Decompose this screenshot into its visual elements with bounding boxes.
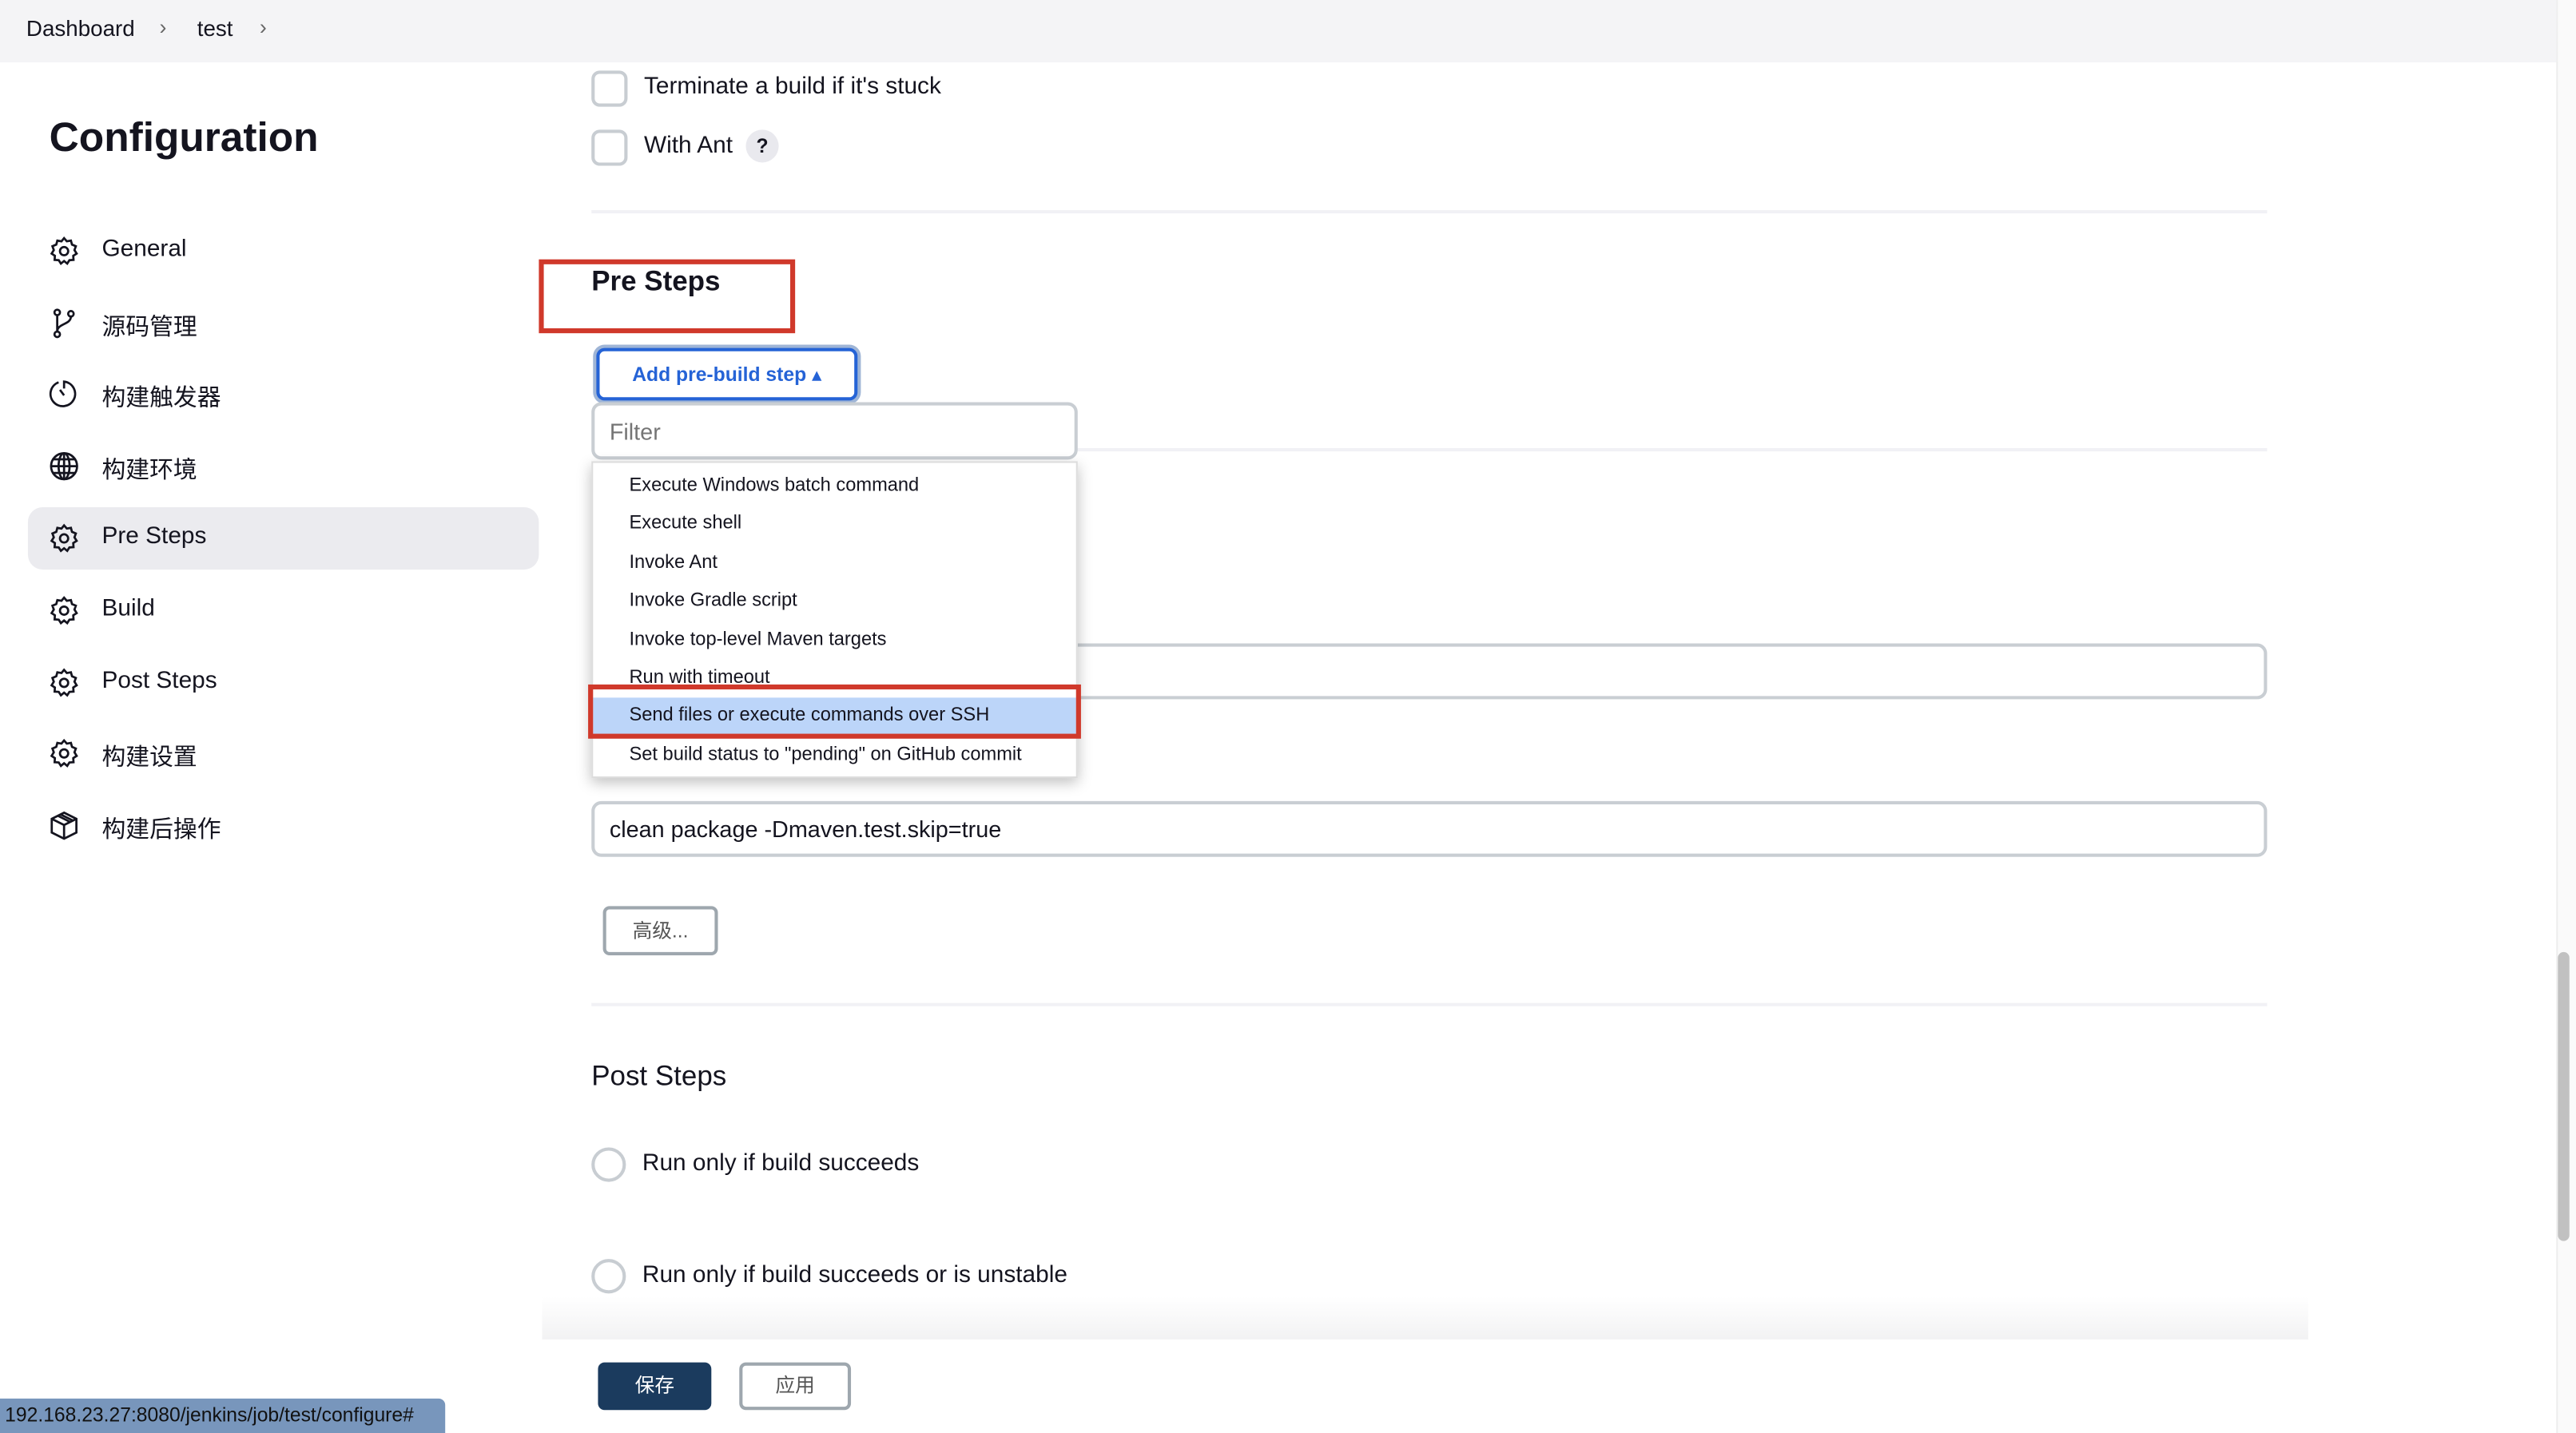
- clock-icon: [48, 378, 81, 411]
- sidebar-item-4[interactable]: 构建环境: [28, 435, 539, 498]
- chevron-right-icon[interactable]: ›: [159, 14, 166, 39]
- menu-item[interactable]: Execute shell: [593, 506, 1075, 544]
- sidebar-item-label: Post Steps: [101, 668, 217, 695]
- with-ant-checkbox[interactable]: [591, 129, 628, 166]
- goals-input[interactable]: clean package -Dmaven.test.skip=true: [591, 800, 2268, 857]
- divider: [591, 210, 2268, 214]
- sidebar-item-8[interactable]: 构建设置: [28, 722, 539, 784]
- scrollbar-thumb[interactable]: [2558, 951, 2570, 1241]
- add-pre-build-step-button[interactable]: Add pre-build step ▴: [596, 347, 858, 401]
- package-icon: [48, 809, 81, 842]
- filter-input[interactable]: [591, 402, 1078, 460]
- sidebar-item-label: 构建触发器: [101, 385, 221, 412]
- with-ant-label: With Ant: [643, 133, 733, 160]
- sidebar-item-label: General: [101, 236, 187, 263]
- apply-button[interactable]: 应用: [739, 1362, 852, 1411]
- gear-icon: [48, 737, 81, 770]
- menu-item[interactable]: Invoke Gradle script: [593, 583, 1075, 621]
- sidebar-item-1[interactable]: General: [28, 220, 539, 282]
- menu-item[interactable]: Invoke Ant: [593, 545, 1075, 582]
- divider: [591, 1002, 2268, 1006]
- radio-succeeds-or-unstable[interactable]: [591, 1259, 626, 1294]
- terminate-stuck-checkbox[interactable]: [591, 70, 628, 107]
- menu-item[interactable]: Set build status to "pending" on GitHub …: [593, 736, 1075, 774]
- branch-icon: [48, 307, 81, 339]
- sidebar-item-3[interactable]: 构建触发器: [28, 363, 539, 425]
- gear-icon: [48, 522, 81, 554]
- page-title: Configuration: [49, 114, 319, 161]
- radio-build-succeeds[interactable]: [591, 1147, 626, 1182]
- pre-steps-heading: Pre Steps: [591, 265, 721, 297]
- sidebar-item-7[interactable]: Post Steps: [28, 652, 539, 714]
- sidebar-item-label: 构建后操作: [101, 817, 221, 844]
- status-url: 192.168.23.27:8080/jenkins/job/test/conf…: [0, 1398, 446, 1433]
- sidebar-item-label: Pre Steps: [101, 523, 207, 550]
- globe-icon: [48, 450, 81, 482]
- sidebar-item-label: 构建设置: [101, 744, 197, 772]
- sidebar-item-label: 构建环境: [101, 458, 197, 485]
- menu-item[interactable]: Execute Windows batch command: [593, 468, 1075, 506]
- bottom-bar-shadow: [542, 1296, 2308, 1340]
- radio-label: Run only if build succeeds or is unstabl…: [642, 1262, 1067, 1289]
- breadcrumb-test[interactable]: test: [197, 17, 233, 42]
- sidebar-item-2[interactable]: 源码管理: [28, 292, 539, 355]
- advanced-button[interactable]: 高级...: [602, 906, 718, 956]
- sidebar-item-6[interactable]: Build: [28, 579, 539, 641]
- sidebar-item-label: 源码管理: [101, 315, 197, 342]
- menu-item[interactable]: Invoke top-level Maven targets: [593, 621, 1075, 659]
- post-steps-heading: Post Steps: [591, 1060, 727, 1092]
- divider: [1077, 448, 2268, 452]
- gear-icon: [48, 235, 81, 268]
- chevron-right-icon[interactable]: ›: [260, 14, 267, 39]
- sidebar-item-5[interactable]: Pre Steps: [27, 506, 539, 570]
- gear-icon: [48, 594, 81, 627]
- annotation-box: [588, 684, 1081, 739]
- sidebar-item-9[interactable]: 构建后操作: [28, 795, 539, 857]
- terminate-stuck-label: Terminate a build if it's stuck: [643, 73, 941, 101]
- gear-icon: [48, 666, 81, 699]
- radio-label: Run only if build succeeds: [642, 1150, 920, 1177]
- save-button[interactable]: 保存: [598, 1362, 712, 1411]
- breadcrumb-dashboard[interactable]: Dashboard: [26, 17, 135, 42]
- sidebar-item-label: Build: [101, 595, 155, 622]
- help-icon[interactable]: ?: [745, 129, 779, 163]
- breadcrumb-bar: Dashboard › test ›: [0, 0, 2557, 63]
